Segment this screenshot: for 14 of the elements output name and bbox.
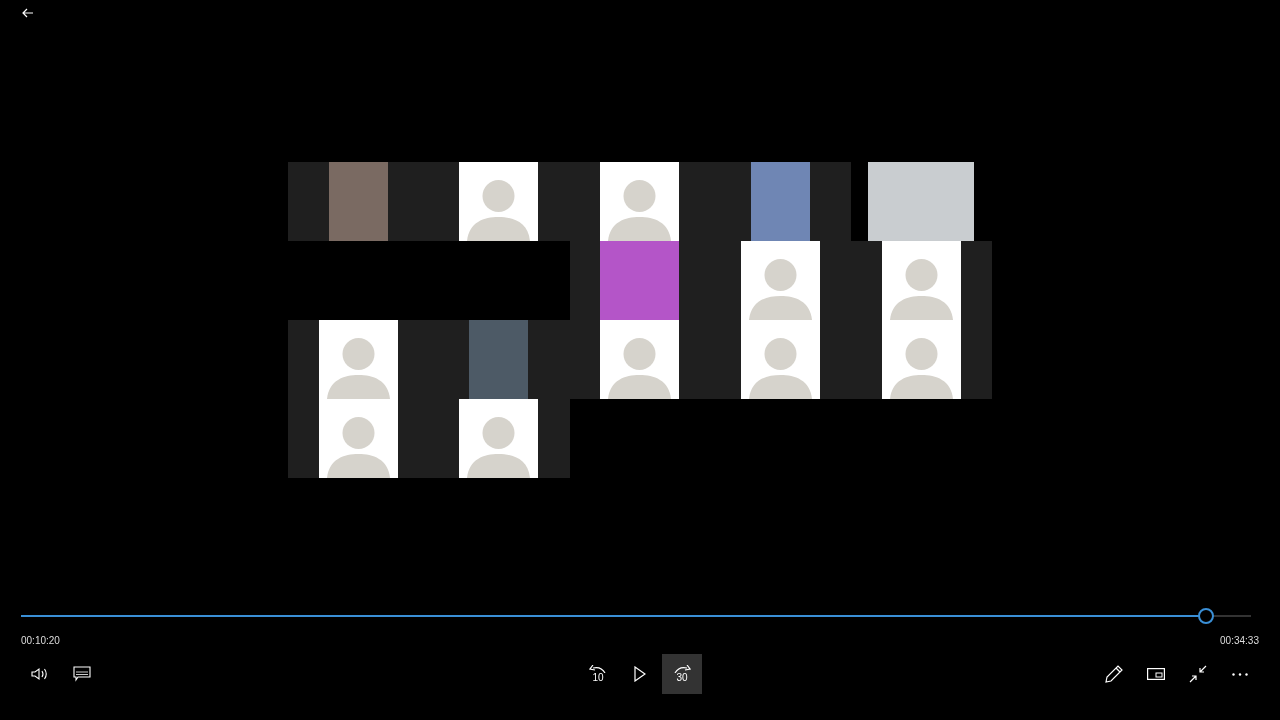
skip-back-button[interactable]: 10 bbox=[578, 654, 618, 694]
mini-view-icon bbox=[1147, 668, 1165, 680]
total-duration: 00:34:33 bbox=[1220, 635, 1259, 646]
rewind-arrow-icon bbox=[589, 665, 607, 673]
pencil-icon bbox=[1105, 665, 1123, 683]
elapsed-time: 00:10:20 bbox=[21, 635, 60, 646]
back-arrow-icon bbox=[22, 8, 34, 18]
forward-arrow-icon bbox=[673, 665, 691, 673]
speaker-icon bbox=[31, 667, 49, 681]
more-icon bbox=[1232, 672, 1248, 676]
play-icon bbox=[634, 666, 646, 682]
captions-icon bbox=[73, 666, 91, 682]
exit-fullscreen-icon bbox=[1189, 665, 1207, 683]
skip-forward-button[interactable]: 30 bbox=[662, 654, 702, 694]
